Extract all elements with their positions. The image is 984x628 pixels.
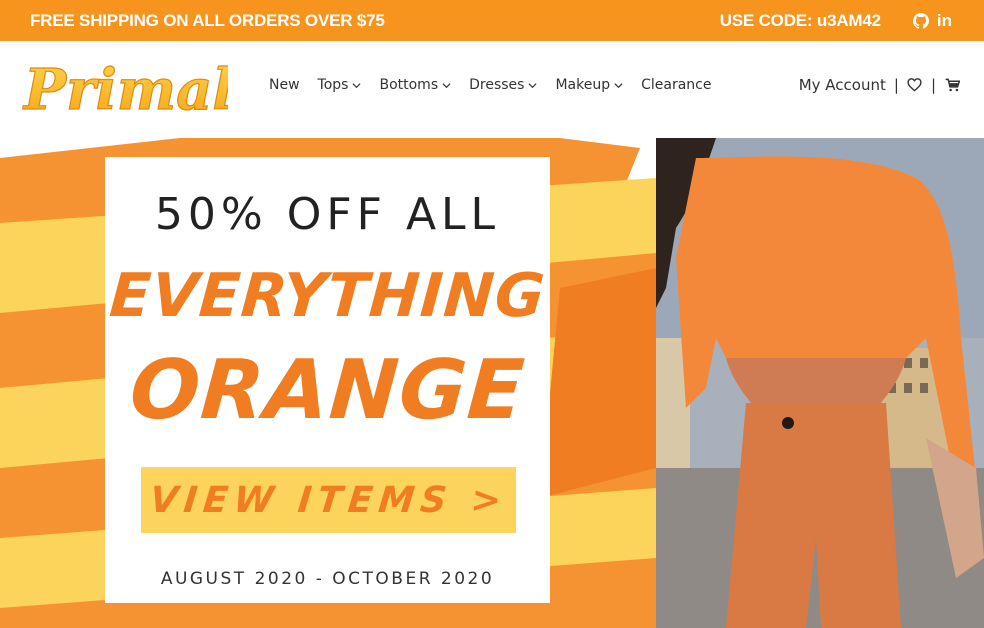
separator: | [930,76,936,94]
primal-logo[interactable]: Primal [18,51,234,127]
nav-label: Bottoms [379,77,439,93]
nav-label: New [269,77,300,93]
linkedin-icon[interactable]: in [937,11,952,30]
promo-code-text: USE CODE: u3AM42 [719,10,881,30]
cart-icon[interactable] [944,77,960,93]
nav-item-makeup[interactable]: Makeup [555,77,623,93]
site-header: Primal New Tops Bottoms Dresses Makeup C… [0,41,984,138]
nav-item-dresses[interactable]: Dresses [469,77,537,93]
promo-bar: FREE SHIPPING ON ALL ORDERS OVER $75 USE… [0,0,984,41]
nav-label: Clearance [641,77,712,93]
model-photo[interactable] [656,138,984,628]
nav-item-bottoms[interactable]: Bottoms [379,77,451,93]
svg-text:Primal: Primal [22,57,228,123]
headline-50-off: 50% OFF ALL [154,189,501,240]
account-area: My Account | | [799,76,960,94]
separator: | [893,76,899,94]
promo-banner[interactable]: 50% OFF ALL EVERYTHING ORANGE VIEW ITEMS… [0,138,656,628]
my-account-link[interactable]: My Account [799,76,886,94]
promo-card: 50% OFF ALL EVERYTHING ORANGE VIEW ITEMS… [105,157,550,603]
nav-item-tops[interactable]: Tops [318,77,362,93]
nav-label: Dresses [469,77,525,93]
nav-label: Makeup [555,77,611,93]
view-items-button[interactable]: VIEW ITEMS > [141,467,516,533]
chevron-down-icon [442,81,451,90]
chevron-down-icon [614,81,623,90]
chevron-down-icon [352,81,361,90]
headline-orange: ORANGE [127,343,528,438]
view-items-label: VIEW ITEMS > [147,479,510,521]
promo-bar-right: USE CODE: u3AM42 in [720,11,952,31]
main-nav: New Tops Bottoms Dresses Makeup Clearanc… [269,77,730,93]
promo-dates: AUGUST 2020 - OCTOBER 2020 [160,569,495,589]
nav-label: Tops [317,77,349,93]
nav-item-new[interactable]: New [269,77,300,93]
chevron-down-icon [528,81,537,90]
nav-item-clearance[interactable]: Clearance [641,77,711,93]
heart-icon[interactable] [907,77,923,93]
headline-everything: EVERYTHING [107,261,548,331]
free-shipping-text: FREE SHIPPING ON ALL ORDERS OVER $75 [30,10,385,30]
hero-section: 50% OFF ALL EVERYTHING ORANGE VIEW ITEMS… [0,138,984,628]
github-icon[interactable] [912,12,929,30]
